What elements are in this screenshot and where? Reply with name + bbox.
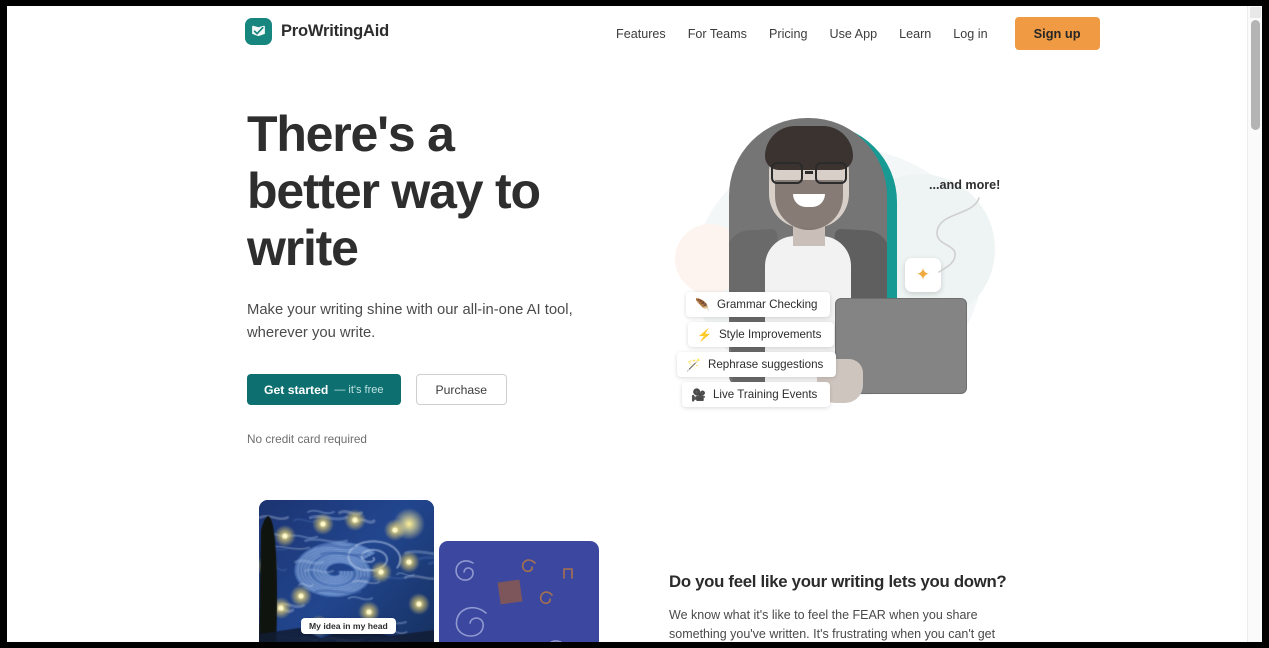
and-more-callout: ...and more! xyxy=(929,178,1000,192)
hero-title: There's a better way to write xyxy=(247,106,587,277)
hero-section: There's a better way to write Make your … xyxy=(7,62,1247,462)
section-two-body: We know what it's like to feel the FEAR … xyxy=(669,606,1017,642)
nav-item-features[interactable]: Features xyxy=(605,19,677,49)
nav-item-use-app[interactable]: Use App xyxy=(818,19,888,49)
chip-grammar-checking[interactable]: 🪶 Grammar Checking xyxy=(686,292,830,317)
vertical-scrollbar[interactable] xyxy=(1247,6,1262,642)
writing-lets-you-down-section: My idea in my head Do you feel like your… xyxy=(7,462,1247,642)
movie-camera-icon: 🎥 xyxy=(691,389,706,401)
prowritingaid-logo-icon xyxy=(245,18,272,45)
feather-pen-icon: 🪶 xyxy=(695,299,710,311)
brand-logo[interactable]: ProWritingAid xyxy=(245,18,389,45)
no-credit-card-note: No credit card required xyxy=(247,432,637,446)
chip-label: Grammar Checking xyxy=(717,298,818,311)
scrollbar-thumb[interactable] xyxy=(1251,20,1260,130)
chip-label: Style Improvements xyxy=(719,328,821,341)
get-started-sub-label: — it's free xyxy=(334,384,383,396)
get-started-button[interactable]: Get started — it's free xyxy=(247,374,401,405)
sign-up-button[interactable]: Sign up xyxy=(1015,17,1100,50)
browser-frame: ProWritingAid Features For Teams Pricing… xyxy=(0,0,1269,648)
hero-copy: There's a better way to write Make your … xyxy=(247,106,637,446)
browser-viewport: ProWritingAid Features For Teams Pricing… xyxy=(7,6,1262,642)
chip-rephrase-suggestions[interactable]: 🪄 Rephrase suggestions xyxy=(677,352,836,377)
section-two-title: Do you feel like your writing lets you d… xyxy=(669,572,1017,592)
purchase-button[interactable]: Purchase xyxy=(416,374,508,405)
nav-item-learn[interactable]: Learn xyxy=(888,19,942,49)
callout-curve-icon xyxy=(917,194,987,276)
section-two-copy: Do you feel like your writing lets you d… xyxy=(669,572,1017,642)
feature-chip-list: 🪶 Grammar Checking ⚡ Style Improvements … xyxy=(677,292,907,412)
site-header: ProWritingAid Features For Teams Pricing… xyxy=(7,6,1247,62)
nav-item-pricing[interactable]: Pricing xyxy=(758,19,819,49)
brand-name: ProWritingAid xyxy=(281,22,389,41)
chip-label: Rephrase suggestions xyxy=(708,358,823,371)
hero-actions: Get started — it's free Purchase xyxy=(247,374,637,405)
hero-illustration: ✦ ...and more! 🪶 Grammar Checking ⚡ Styl… xyxy=(667,116,1027,436)
illustration-cards: My idea in my head xyxy=(253,500,603,642)
magic-wand-icon: 🪄 xyxy=(686,359,701,371)
get-started-label: Get started xyxy=(264,383,328,397)
nav-item-log-in[interactable]: Log in xyxy=(942,19,998,49)
main-navigation: Features For Teams Pricing Use App Learn… xyxy=(605,17,1100,50)
chip-label: Live Training Events xyxy=(713,388,817,401)
idea-caption-chip: My idea in my head xyxy=(301,618,396,634)
chip-style-improvements[interactable]: ⚡ Style Improvements xyxy=(688,322,834,347)
page-content: ProWritingAid Features For Teams Pricing… xyxy=(7,6,1247,642)
lightning-bolt-icon: ⚡ xyxy=(697,329,712,341)
hero-subtitle: Make your writing shine with our all-in-… xyxy=(247,299,577,345)
nav-item-for-teams[interactable]: For Teams xyxy=(677,19,758,49)
scrollbar-up-button[interactable] xyxy=(1250,7,1261,18)
chip-live-training-events[interactable]: 🎥 Live Training Events xyxy=(682,382,830,407)
blue-scribble-card xyxy=(439,541,599,642)
glasses-icon xyxy=(769,162,849,184)
